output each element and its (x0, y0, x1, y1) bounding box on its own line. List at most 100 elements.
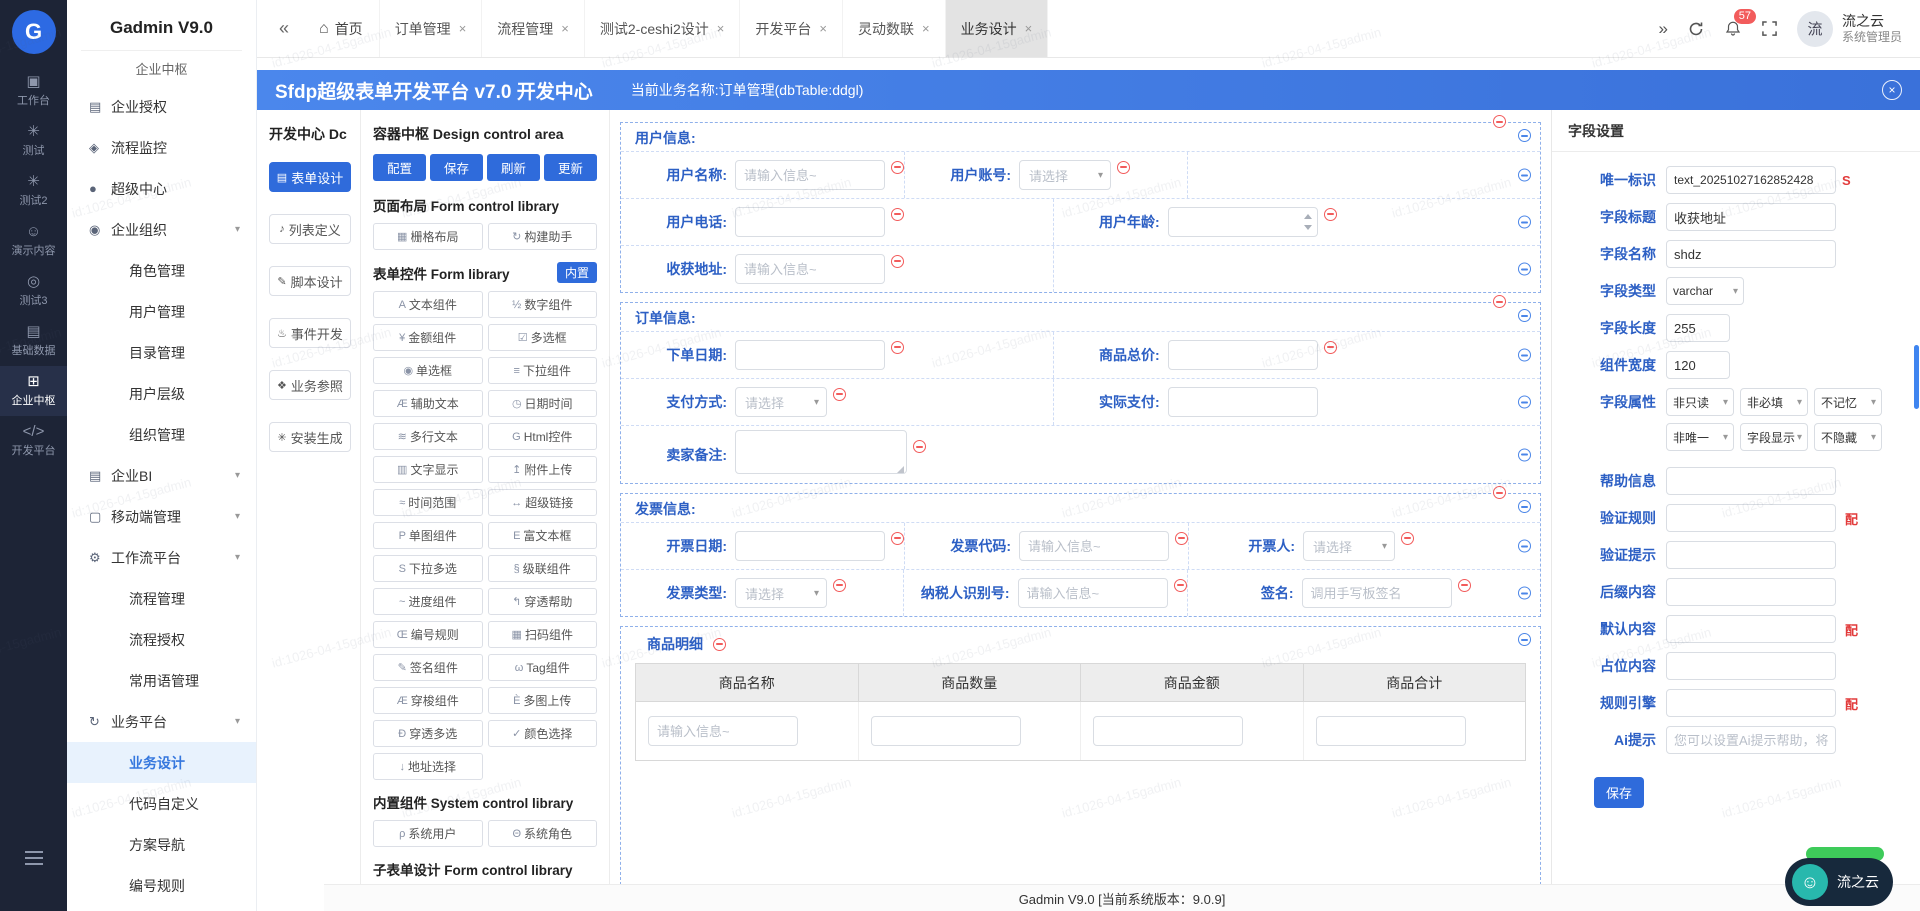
stepper-up-icon[interactable] (1304, 214, 1312, 219)
field-attr-select[interactable]: 字段显示 ▾ (1740, 423, 1808, 451)
resize-handle[interactable] (897, 466, 904, 473)
field-input[interactable] (735, 207, 885, 237)
close-tab-icon[interactable]: × (561, 21, 569, 36)
dev-center-button[interactable]: ▤ 表单设计 (269, 162, 351, 192)
sidebar-item[interactable]: 用户层级 (67, 373, 256, 414)
field-input[interactable] (735, 160, 885, 190)
component-button[interactable]: ↓ 地址选择 (373, 753, 483, 780)
design-action-button[interactable]: 配置 (373, 154, 426, 181)
collapse-tabs-right-icon[interactable]: » (1659, 19, 1668, 39)
field-select[interactable]: 请选择 ▾ (735, 578, 827, 608)
row-action-icon[interactable] (1518, 587, 1531, 600)
field-signature[interactable]: 签名: (1188, 570, 1504, 616)
remove-field-icon[interactable] (1401, 532, 1414, 545)
section-action-icon[interactable] (1518, 500, 1531, 513)
sidebar-item[interactable]: ▤ 企业授权 (67, 86, 256, 127)
component-button[interactable]: ▥ 文字显示 (373, 456, 483, 483)
component-button[interactable]: Ð 穿透多选 (373, 720, 483, 747)
row-action-icon[interactable] (1518, 448, 1531, 461)
stepper-down-icon[interactable] (1304, 225, 1312, 230)
design-action-button[interactable]: 刷新 (487, 154, 540, 181)
field-textarea[interactable] (735, 430, 907, 474)
field-invoice-issuer[interactable]: 开票人: 请选择 ▾ (1189, 523, 1504, 569)
fullscreen-icon[interactable] (1762, 21, 1777, 36)
field-user-age[interactable]: 用户年龄: (1054, 199, 1504, 245)
component-button[interactable]: ¥ 金额组件 (373, 324, 483, 351)
detail-cell-qty[interactable] (859, 702, 1082, 760)
save-button[interactable]: 保存 (1594, 777, 1644, 808)
close-tab-icon[interactable]: × (459, 21, 467, 36)
component-button[interactable]: S 下拉多选 (373, 555, 483, 582)
section-action-icon[interactable] (1518, 633, 1531, 646)
field-attr-select[interactable]: 不隐藏 ▾ (1814, 423, 1882, 451)
sidebar-item[interactable]: ◉ 企业组织 ▾ (67, 209, 256, 250)
row-action-icon[interactable] (1518, 216, 1531, 229)
field-input[interactable] (735, 531, 885, 561)
remove-section-icon[interactable] (713, 638, 726, 651)
detail-cell-total[interactable] (1304, 702, 1526, 760)
close-tab-icon[interactable]: × (819, 21, 827, 36)
component-button[interactable]: ◷ 日期时间 (488, 390, 598, 417)
menu-icon[interactable] (25, 857, 43, 859)
component-button[interactable]: ↔ 超级链接 (488, 489, 598, 516)
component-button[interactable]: ☑ 多选框 (488, 324, 598, 351)
component-button[interactable]: ≈ 时间范围 (373, 489, 483, 516)
remove-field-icon[interactable] (891, 255, 904, 268)
sidebar-item[interactable]: ↻ 业务平台 ▾ (67, 701, 256, 742)
sidebar-item[interactable]: 编号规则 (67, 865, 256, 906)
remove-section-icon[interactable] (1493, 115, 1506, 128)
component-button[interactable]: ◉ 单选框 (373, 357, 483, 384)
rail-item[interactable]: ⊞ 企业中枢 (0, 366, 67, 416)
detail-cell-name[interactable] (636, 702, 859, 760)
field-input[interactable] (1168, 340, 1318, 370)
field-user-phone[interactable]: 用户电话: (621, 199, 1054, 245)
sidebar-item[interactable]: 组织管理 (67, 414, 256, 455)
sidebar-item[interactable]: 代码自定义 (67, 783, 256, 824)
remove-field-icon[interactable] (891, 341, 904, 354)
field-taxpayer-id[interactable]: 纳税人识别号: (904, 570, 1188, 616)
sidebar-item[interactable]: ▤ 企业BI ▾ (67, 455, 256, 496)
component-width-input[interactable] (1666, 351, 1730, 379)
component-button[interactable]: ↰ 穿透帮助 (488, 588, 598, 615)
close-tab-icon[interactable]: × (1025, 21, 1033, 36)
component-button[interactable]: § 级联组件 (488, 555, 598, 582)
design-action-button[interactable]: 更新 (544, 154, 597, 181)
component-button[interactable]: E 富文本框 (488, 522, 598, 549)
field-input[interactable] (735, 254, 885, 284)
rule-engine-input[interactable] (1666, 689, 1836, 717)
system-component-button[interactable]: Θ 系统角色 (488, 820, 598, 847)
remove-field-icon[interactable] (1324, 341, 1337, 354)
component-button[interactable]: ✓ 颜色选择 (488, 720, 598, 747)
rail-item[interactable]: ☺ 演示内容 (0, 216, 67, 266)
component-button[interactable]: ≋ 多行文本 (373, 423, 483, 450)
field-attr-select[interactable]: 非唯一 ▾ (1666, 423, 1734, 451)
close-workspace-icon[interactable]: × (1882, 80, 1902, 100)
dev-center-button[interactable]: ♪ 列表定义 (269, 214, 351, 244)
rail-item[interactable]: ▣ 工作台 (0, 66, 67, 116)
component-button[interactable]: G Html控件 (488, 423, 598, 450)
validate-rule-input[interactable] (1666, 504, 1836, 532)
field-invoice-type[interactable]: 发票类型: 请选择 ▾ (621, 570, 904, 616)
field-input[interactable] (1019, 531, 1169, 561)
component-button[interactable]: ↥ 附件上传 (488, 456, 598, 483)
help-info-input[interactable] (1666, 467, 1836, 495)
notifications-bell-icon[interactable]: 57 (1724, 20, 1742, 38)
detail-input[interactable] (871, 716, 1021, 746)
collapse-tabs-left-icon[interactable]: « (257, 18, 303, 39)
system-component-button[interactable]: ρ 系统用户 (373, 820, 483, 847)
row-action-icon[interactable] (1518, 169, 1531, 182)
refresh-icon[interactable] (1688, 21, 1704, 37)
close-tab-icon[interactable]: × (922, 21, 930, 36)
remove-field-icon[interactable] (913, 440, 926, 453)
validate-tip-input[interactable] (1666, 541, 1836, 569)
field-attr-select[interactable]: 非必填 ▾ (1740, 388, 1808, 416)
tab-home[interactable]: ⌂ 首页 (303, 0, 380, 57)
component-button[interactable]: ω Tag组件 (488, 654, 598, 681)
app-logo[interactable]: G (12, 10, 56, 54)
sidebar-item[interactable]: 流程管理 (67, 578, 256, 619)
sidebar-item[interactable]: 常用语管理 (67, 660, 256, 701)
component-button[interactable]: A 文本组件 (373, 291, 483, 318)
close-tab-icon[interactable]: × (717, 21, 725, 36)
configure-link[interactable]: 配 (1845, 694, 1858, 713)
field-input[interactable] (1168, 387, 1318, 417)
